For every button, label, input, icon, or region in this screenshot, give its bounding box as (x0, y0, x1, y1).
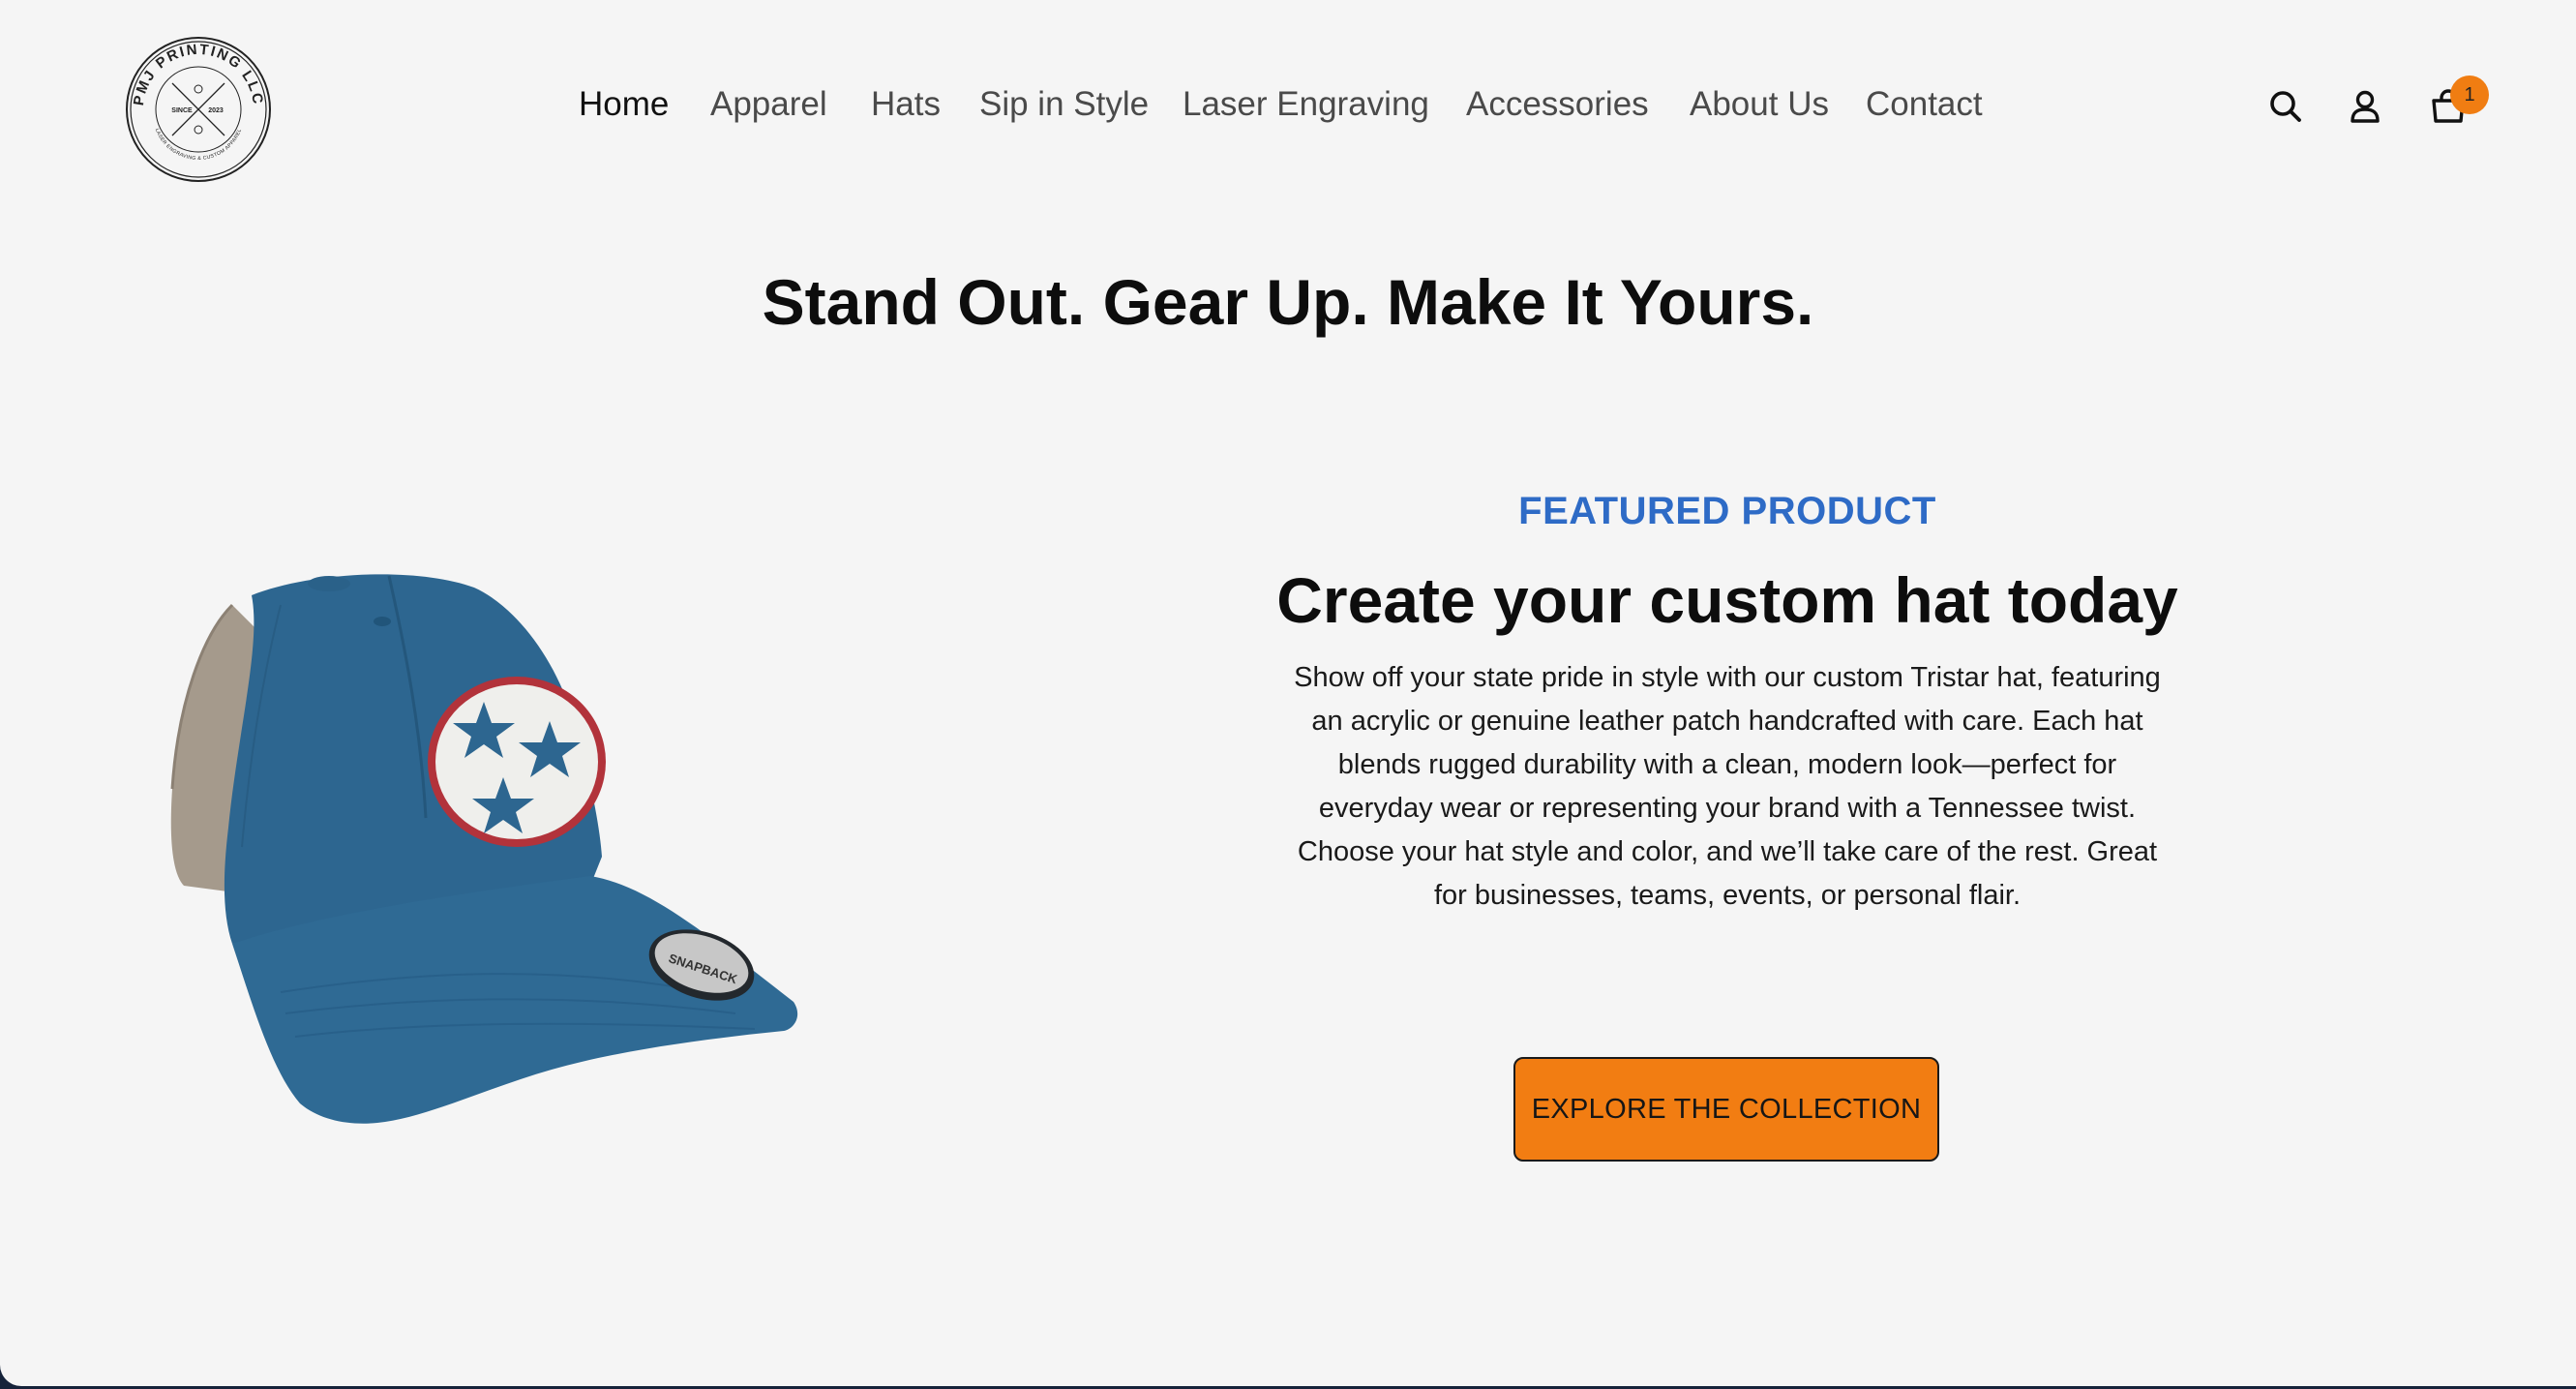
featured-title: Create your custom hat today (1276, 564, 2178, 636)
search-icon[interactable] (2266, 87, 2305, 126)
hero-title: Stand Out. Gear Up. Make It Yours. (762, 266, 1814, 338)
page: PMJ PRINTING LLC LASER ENGRAVING & CUSTO… (0, 0, 2576, 1386)
nav-hats[interactable]: Hats (871, 85, 941, 124)
nav-sip-in-style[interactable]: Sip in Style (979, 85, 1149, 124)
nav-contact[interactable]: Contact (1866, 85, 1983, 124)
nav-about-us[interactable]: About Us (1690, 85, 1829, 124)
nav-laser-engraving[interactable]: Laser Engraving (1183, 85, 1429, 124)
tristar-hat-image: SNAPBACK (170, 574, 798, 1124)
cart-count-badge: 1 (2450, 75, 2489, 114)
main-nav: Home Apparel Hats Sip in Style Laser Eng… (0, 85, 2576, 134)
nav-home[interactable]: Home (579, 85, 669, 124)
nav-accessories[interactable]: Accessories (1466, 85, 1649, 124)
user-icon[interactable] (2346, 87, 2384, 126)
featured-description: Show off your state pride in style with … (1294, 662, 2161, 911)
explore-collection-button[interactable]: EXPLORE THE COLLECTION (1513, 1057, 1939, 1162)
nav-apparel[interactable]: Apparel (710, 85, 827, 124)
featured-eyebrow: FEATURED PRODUCT (1518, 490, 1936, 532)
